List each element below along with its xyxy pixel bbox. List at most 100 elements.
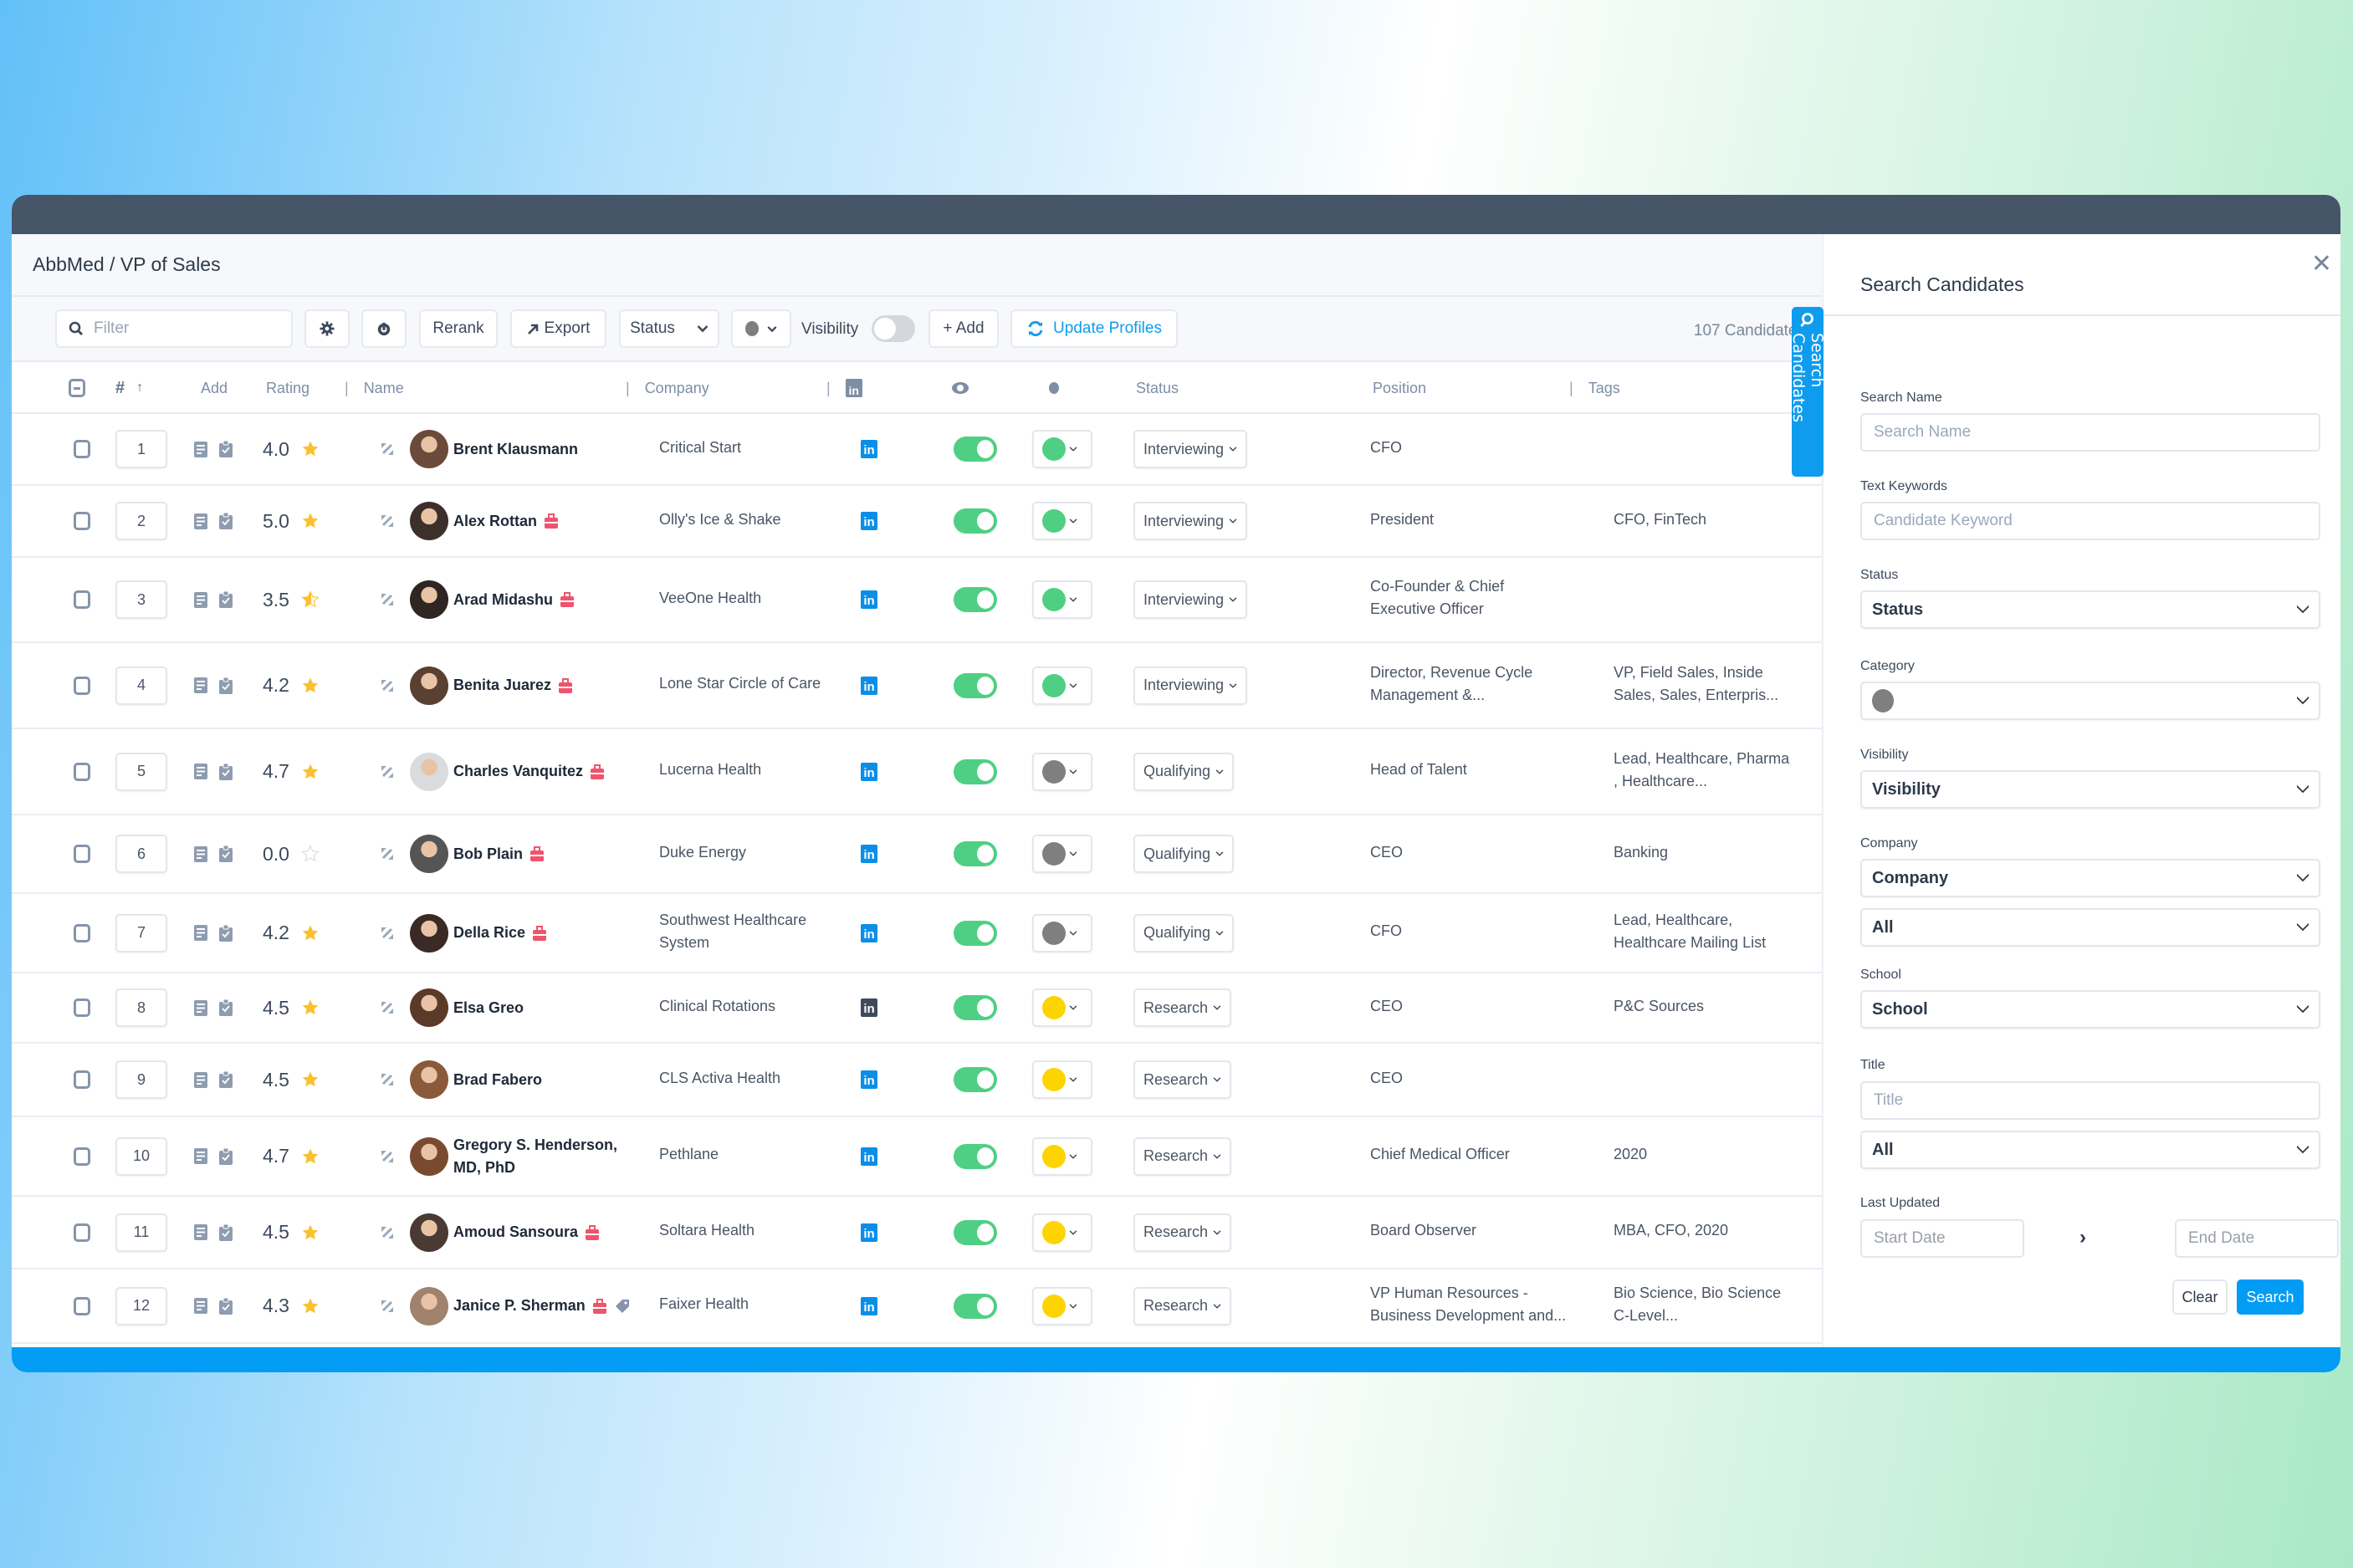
candidate-name[interactable]: Amoud Sansoura: [453, 1221, 578, 1244]
filter-input[interactable]: Filter: [55, 309, 293, 348]
candidate-name[interactable]: Arad Midashu: [453, 589, 553, 611]
star-icon[interactable]: [301, 763, 320, 781]
category-select[interactable]: [1860, 682, 2320, 720]
note-icon[interactable]: [194, 513, 207, 529]
category-select[interactable]: [1032, 580, 1092, 619]
candidate-name[interactable]: Brent Klausmann: [453, 438, 578, 461]
expand-arrows-icon[interactable]: [381, 1226, 394, 1239]
avatar[interactable]: [410, 666, 448, 705]
rank-input[interactable]: 3: [115, 580, 167, 619]
linkedin-icon[interactable]: in: [861, 845, 877, 863]
search-button[interactable]: Search: [2237, 1279, 2304, 1315]
category-select[interactable]: [1032, 1136, 1092, 1176]
status-select[interactable]: Research: [1133, 1060, 1232, 1099]
category-select[interactable]: [1032, 988, 1092, 1027]
clipboard-check-icon[interactable]: [219, 1223, 233, 1241]
category-select[interactable]: [1032, 913, 1092, 953]
expand-arrows-icon[interactable]: [381, 847, 394, 861]
row-checkbox[interactable]: [74, 512, 90, 530]
visibility-switch[interactable]: [954, 841, 997, 866]
category-select[interactable]: [1032, 502, 1092, 540]
avatar[interactable]: [410, 502, 448, 540]
visibility-switch[interactable]: [954, 1219, 997, 1245]
clipboard-check-icon[interactable]: [219, 677, 233, 694]
column-divider[interactable]: |: [626, 380, 630, 397]
category-filter-select[interactable]: [731, 309, 791, 348]
clipboard-check-icon[interactable]: [219, 1071, 233, 1088]
star-icon[interactable]: [301, 1147, 320, 1166]
row-checkbox[interactable]: [74, 1296, 90, 1315]
status-filter-select[interactable]: Status: [619, 309, 719, 348]
status-select[interactable]: Interviewing: [1133, 666, 1248, 705]
category-select[interactable]: [1032, 666, 1092, 705]
status-select[interactable]: Research: [1133, 1286, 1232, 1325]
visibility-select[interactable]: Visibility: [1860, 770, 2320, 809]
rank-input[interactable]: 5: [115, 752, 167, 791]
note-icon[interactable]: [194, 845, 207, 862]
school-select[interactable]: School: [1860, 990, 2320, 1029]
candidate-name[interactable]: Bob Plain: [453, 843, 523, 866]
avatar[interactable]: [410, 988, 448, 1027]
clipboard-check-icon[interactable]: [219, 845, 233, 862]
linkedin-icon[interactable]: in: [861, 676, 877, 695]
clipboard-check-icon[interactable]: [219, 513, 233, 529]
header-rank[interactable]: # ↑: [115, 362, 143, 414]
clear-button[interactable]: Clear: [2172, 1279, 2228, 1315]
note-icon[interactable]: [194, 764, 207, 779]
star-icon[interactable]: [301, 590, 320, 609]
expand-arrows-icon[interactable]: [381, 765, 394, 779]
candidate-name[interactable]: Elsa Greo: [453, 997, 524, 1019]
add-button[interactable]: + Add: [928, 309, 999, 348]
status-select[interactable]: Qualifying: [1133, 835, 1235, 873]
rank-input[interactable]: 12: [115, 1286, 167, 1325]
row-checkbox[interactable]: [74, 676, 90, 695]
linkedin-icon[interactable]: in: [861, 440, 877, 458]
note-icon[interactable]: [194, 1224, 207, 1240]
expand-arrows-icon[interactable]: [381, 679, 394, 692]
rank-input[interactable]: 1: [115, 430, 167, 468]
candidate-name[interactable]: Brad Fabero: [453, 1069, 542, 1091]
note-icon[interactable]: [194, 1071, 207, 1088]
candidate-name[interactable]: Charles Vanquitez: [453, 760, 583, 783]
visibility-switch[interactable]: [954, 672, 997, 698]
rank-input[interactable]: 4: [115, 666, 167, 705]
linkedin-icon[interactable]: in: [861, 1223, 877, 1242]
linkedin-icon[interactable]: in: [861, 1296, 877, 1315]
visibility-switch[interactable]: [954, 995, 997, 1020]
rank-input[interactable]: 8: [115, 988, 167, 1027]
note-icon[interactable]: [194, 1148, 207, 1164]
star-icon[interactable]: [301, 512, 320, 530]
visibility-switch[interactable]: [954, 1293, 997, 1319]
status-select[interactable]: Interviewing: [1133, 580, 1248, 619]
note-icon[interactable]: [194, 925, 207, 941]
candidate-name[interactable]: Alex Rottan: [453, 510, 537, 533]
category-select[interactable]: [1032, 1286, 1092, 1325]
rank-input[interactable]: 9: [115, 1060, 167, 1099]
avatar[interactable]: [410, 430, 448, 468]
rank-input[interactable]: 11: [115, 1213, 167, 1252]
row-checkbox[interactable]: [74, 1223, 90, 1242]
clipboard-check-icon[interactable]: [219, 591, 233, 608]
category-select[interactable]: [1032, 752, 1092, 791]
linkedin-icon[interactable]: in: [861, 999, 877, 1017]
status-select[interactable]: Status: [1860, 590, 2320, 629]
title-input[interactable]: Title: [1860, 1081, 2320, 1120]
rank-input[interactable]: 6: [115, 835, 167, 873]
visibility-switch[interactable]: [954, 587, 997, 612]
avatar[interactable]: [410, 1060, 448, 1099]
row-checkbox[interactable]: [74, 440, 90, 458]
avatar[interactable]: [410, 580, 448, 619]
update-profiles-button[interactable]: Update Profiles: [1010, 309, 1178, 348]
visibility-toggle[interactable]: [872, 315, 915, 342]
category-select[interactable]: [1032, 430, 1092, 468]
expand-arrows-icon[interactable]: [381, 1073, 394, 1086]
status-select[interactable]: Interviewing: [1133, 502, 1248, 540]
column-divider[interactable]: |: [345, 380, 349, 397]
search-name-input[interactable]: Search Name: [1860, 413, 2320, 452]
visibility-switch[interactable]: [954, 758, 997, 784]
linkedin-icon[interactable]: in: [861, 923, 877, 942]
status-select[interactable]: Qualifying: [1133, 752, 1235, 791]
export-button[interactable]: Export: [510, 309, 606, 348]
clipboard-check-icon[interactable]: [219, 1297, 233, 1315]
note-icon[interactable]: [194, 441, 207, 457]
